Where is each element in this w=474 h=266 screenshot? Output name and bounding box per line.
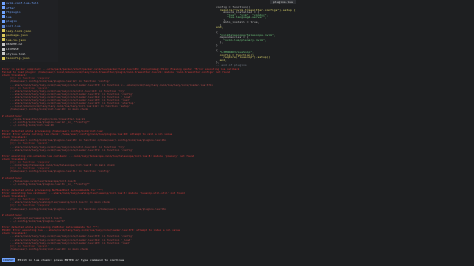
log-line: /home/user/.config/nvim/lua/plugins.lua:… bbox=[10, 207, 167, 211]
sidebar-item[interactable]: nvim-conf-lua-full bbox=[2, 1, 39, 5]
log-line: - ~/.config/nvim/init.lua:40 bbox=[10, 123, 54, 127]
log-line: /home/user/.config/nvim/init.lua:40: in … bbox=[10, 247, 89, 251]
sidebar-item-label: nvim-conf-lua-full bbox=[6, 1, 39, 5]
log-line: ...share/nvim/lazy/lazy.nvim/lua/lazy/co… bbox=[10, 148, 134, 152]
json-file-icon bbox=[2, 38, 5, 42]
log-line: Failed to load plugin: /home/user/.local… bbox=[2, 71, 230, 75]
press-enter-prompt: E5113 in lua chunk: press ENTER or type … bbox=[17, 258, 125, 262]
log-line: /home/user/.config/nvim/init.lua:40: in … bbox=[10, 108, 89, 112]
sidebar-item[interactable]: package.json bbox=[2, 33, 28, 37]
folder-icon bbox=[2, 6, 5, 10]
code-line: auto_install = true, bbox=[216, 20, 260, 24]
sidebar-item-label: lua-ls.json bbox=[6, 37, 26, 42]
neovim-window: nvim-conf-lua-full after ftplugin lua plugin… bbox=[0, 0, 474, 266]
log-line: Error executing lua callback: ...share/n… bbox=[2, 192, 185, 195]
sidebar-item[interactable]: README.md bbox=[2, 42, 22, 46]
sidebar-item-label: README.md bbox=[6, 42, 23, 47]
sidebar-item[interactable]: lazy-lock.json bbox=[2, 29, 31, 33]
folder-icon bbox=[2, 10, 5, 14]
lua-file-icon bbox=[2, 24, 5, 28]
file-icon bbox=[2, 52, 5, 56]
sidebar-item-label: ftplugin bbox=[6, 10, 21, 15]
sidebar-item-label: lua bbox=[6, 14, 12, 19]
sidebar-item[interactable]: plugin bbox=[2, 19, 17, 23]
sidebar-item-label: stylua.toml bbox=[6, 51, 26, 56]
sidebar-item-label: after bbox=[6, 5, 16, 10]
sidebar-item[interactable]: LICENSE bbox=[2, 47, 19, 51]
file-icon bbox=[2, 47, 5, 51]
status-text-wrap: INSERT E5113 in lua chunk: press ENTER o… bbox=[2, 258, 124, 262]
sidebar-item-label: plugin bbox=[6, 19, 17, 24]
sidebar-item-label: LICENSE bbox=[6, 47, 19, 51]
sidebar-item[interactable]: tsconfig.json bbox=[2, 56, 29, 60]
code-line: -- end of plugins bbox=[216, 62, 247, 67]
command-line[interactable]: INSERT E5113 in lua chunk: press ENTER o… bbox=[0, 257, 474, 263]
log-line: - ~/.config/nvim/lua/plugins.lua:57 bbox=[10, 219, 65, 223]
log-line: /home/user/.config/nvim/lua/plugins.lua:… bbox=[10, 170, 110, 174]
code-editor[interactable]: plugins.lua config = function() require(… bbox=[58, 0, 474, 67]
file-icon bbox=[2, 42, 5, 46]
json-file-icon bbox=[2, 33, 5, 37]
sidebar-item-label: package.json bbox=[6, 33, 28, 38]
sidebar-item[interactable]: lua bbox=[2, 15, 11, 19]
sidebar-item[interactable]: init.lua bbox=[2, 24, 20, 28]
error-message-log: Error in packer_compiled: ...site/pack/p… bbox=[0, 68, 474, 256]
folder-icon bbox=[2, 19, 5, 23]
folder-icon bbox=[2, 15, 5, 19]
json-file-icon bbox=[2, 29, 5, 33]
sidebar-item[interactable]: after bbox=[2, 6, 15, 10]
sidebar-item[interactable]: stylua.toml bbox=[2, 52, 26, 56]
mode-indicator: INSERT bbox=[2, 258, 15, 262]
json-file-icon bbox=[2, 56, 5, 60]
code-line: } bbox=[216, 42, 218, 47]
sidebar-item[interactable]: ftplugin bbox=[2, 10, 20, 14]
file-explorer[interactable]: nvim-conf-lua-full after ftplugin lua plugin… bbox=[0, 0, 58, 62]
log-line: - ~/.config/nvim/lua/plugins.lua:31 _in_… bbox=[10, 182, 90, 186]
sidebar-item-label: tsconfig.json bbox=[6, 56, 30, 61]
folder-icon bbox=[2, 1, 5, 5]
sidebar-item[interactable]: lua-ls.json bbox=[2, 38, 26, 42]
log-line: E5108: Error executing lua ...share/nvim… bbox=[2, 229, 181, 233]
code-line: end, bbox=[216, 25, 224, 29]
sidebar-item-label: init.lua bbox=[6, 24, 21, 28]
editor-tab[interactable]: plugins.lua bbox=[270, 0, 296, 4]
log-line: Error executing vim.schedule lua callbac… bbox=[2, 154, 195, 158]
code-line: "nvim-lua/plenary.nvim", bbox=[216, 37, 267, 42]
log-line: E5113: Error while calling lua chunk: /h… bbox=[2, 133, 173, 137]
sidebar-item-label: lazy-lock.json bbox=[6, 28, 32, 33]
